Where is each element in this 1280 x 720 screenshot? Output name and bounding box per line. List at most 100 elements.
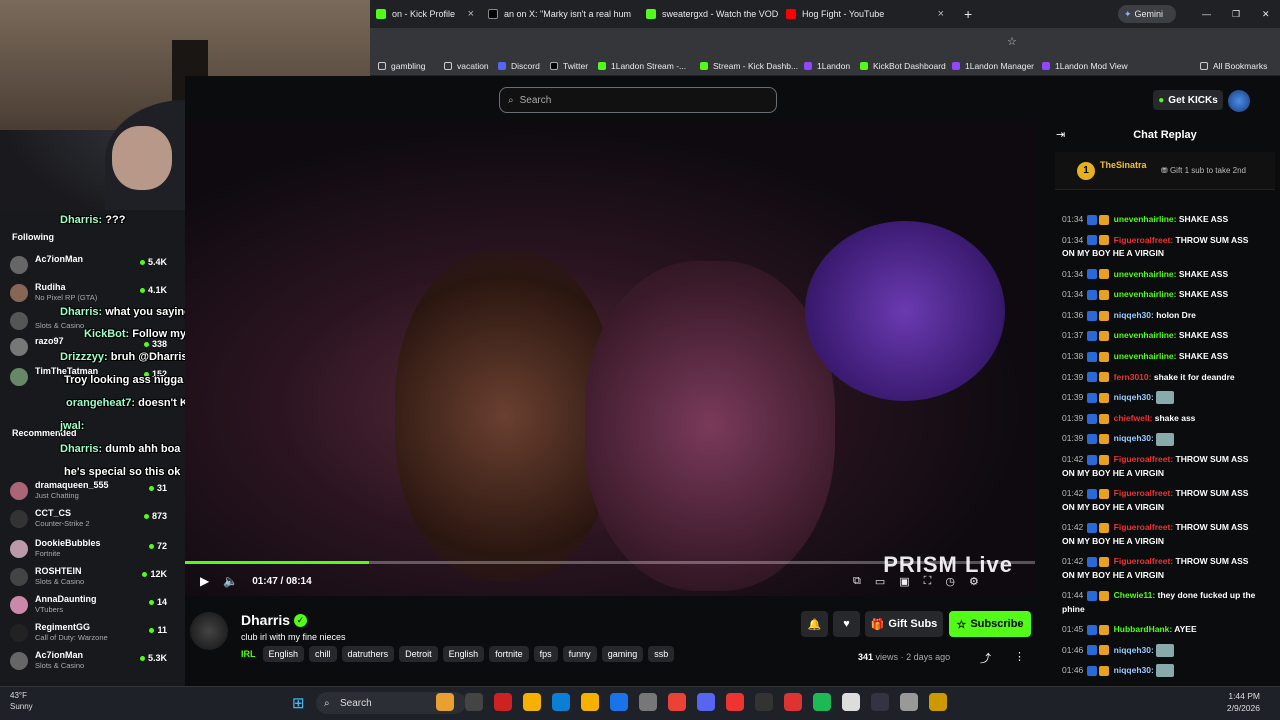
sidebar-channel[interactable]: Ac7ionMan Slots & Casino 5.3K <box>10 648 175 674</box>
tab-kick-profile[interactable]: on - Kick Profile × <box>370 0 480 28</box>
play-icon[interactable]: ▶ <box>200 574 209 588</box>
explorer-icon[interactable] <box>523 693 541 711</box>
app-gray-icon[interactable] <box>900 693 918 711</box>
subscribe-button[interactable]: ☆ Subscribe <box>949 611 1031 637</box>
tab-sweatergxd[interactable]: sweatergxd - Watch the VOD o× <box>640 0 780 28</box>
bookmark-twitter[interactable]: Twitter <box>550 56 588 76</box>
app-pink-icon[interactable] <box>784 693 802 711</box>
sidebar-channel[interactable]: Ac7ionMan 5.4K <box>10 252 175 278</box>
chat-username[interactable]: fern3010: <box>1114 372 1152 382</box>
bookmark-all-bookmarks[interactable]: All Bookmarks <box>1200 56 1267 76</box>
stream-tag[interactable]: chill <box>309 646 337 662</box>
task-view-icon[interactable] <box>465 693 483 711</box>
chat-username[interactable]: unevenhairline: <box>1114 214 1177 224</box>
chat-username[interactable]: niqqeh30: <box>1114 645 1154 655</box>
system-clock[interactable]: 1:44 PM 2/9/2026 <box>1227 690 1260 714</box>
bookmark-stream-kick-dashboard[interactable]: Stream - Kick Dashb... <box>700 56 798 76</box>
chat-username[interactable]: niqqeh30: <box>1114 392 1154 402</box>
chat-username[interactable]: HubbardHank: <box>1114 624 1173 634</box>
chat-username[interactable]: unevenhairline: <box>1114 289 1177 299</box>
windows-start-icon[interactable]: ⊞ <box>292 694 305 712</box>
bookmark-1landon[interactable]: 1Landon <box>804 56 850 76</box>
chat-username[interactable]: chiefwell: <box>1114 413 1153 423</box>
stream-tag[interactable]: fortnite <box>489 646 529 662</box>
bookmark-vacation[interactable]: vacation <box>444 56 489 76</box>
chat-username[interactable]: niqqeh30: <box>1114 310 1154 320</box>
app-dark-icon[interactable] <box>755 693 773 711</box>
edge-icon[interactable] <box>552 693 570 711</box>
stream-tag[interactable]: gaming <box>601 646 644 662</box>
stream-tag[interactable]: fps <box>533 646 558 662</box>
new-tab-button[interactable]: + <box>958 0 978 28</box>
gemini-button[interactable]: ✦ Gemini <box>1118 5 1176 23</box>
video-progress-bar[interactable] <box>185 561 1035 564</box>
star-icon[interactable]: ☆ <box>1007 35 1017 48</box>
minimize-icon[interactable]: — <box>1196 0 1214 28</box>
maximize-icon[interactable]: ❐ <box>1226 0 1244 28</box>
chat-username[interactable]: Figueroalfreet: <box>1114 454 1174 464</box>
category-link[interactable]: IRL <box>241 649 256 659</box>
tab-youtube[interactable]: Hog Fight - YouTube × <box>780 0 950 28</box>
chat-username[interactable]: Figueroalfreet: <box>1114 556 1174 566</box>
chat-username[interactable]: Figueroalfreet: <box>1114 488 1174 498</box>
stream-tag[interactable]: Detroit <box>399 646 438 662</box>
obs-icon[interactable] <box>842 693 860 711</box>
search-input[interactable]: ⌕ Search <box>499 87 777 113</box>
weather-widget[interactable]: 43°F Sunny <box>10 690 33 712</box>
app-icon[interactable] <box>494 693 512 711</box>
sidebar-channel[interactable]: ROSHTEIN Slots & Casino 12K <box>10 564 175 590</box>
heart-icon[interactable]: ♥ <box>833 611 860 637</box>
app-red-icon[interactable] <box>726 693 744 711</box>
stream-tag[interactable]: datruthers <box>341 646 395 662</box>
streamer-name[interactable]: Dharris <box>241 612 290 628</box>
chat-username[interactable]: Figueroalfreet: <box>1114 235 1174 245</box>
stream-tag[interactable]: ssb <box>648 646 675 662</box>
chat-username[interactable]: Figueroalfreet: <box>1114 522 1174 532</box>
stream-tag[interactable]: funny <box>562 646 597 662</box>
speed-icon[interactable]: ◷ <box>945 575 955 588</box>
sidebar-channel[interactable]: dramaqueen_555 Just Chatting 31 <box>10 478 175 504</box>
clip-icon[interactable]: ⧉ <box>853 575 861 588</box>
chat-username[interactable]: Chewie11: <box>1114 590 1156 600</box>
chat-username[interactable]: niqqeh30: <box>1114 665 1154 675</box>
bell-icon[interactable]: 🔔 <box>801 611 828 637</box>
sidebar-channel[interactable]: RegimentGG Call of Duty: Warzone 11 <box>10 620 175 646</box>
widgets-icon[interactable] <box>436 693 454 711</box>
user-avatar[interactable] <box>1228 90 1250 112</box>
get-kicks-button[interactable]: ● Get KICKs <box>1153 90 1223 110</box>
close-window-icon[interactable]: ✕ <box>1256 0 1274 28</box>
discord-icon[interactable] <box>697 693 715 711</box>
fullscreen-icon[interactable]: ⛶ <box>924 575 932 588</box>
share-icon[interactable]: ⤴ <box>980 650 991 666</box>
theater-icon[interactable]: ▭ <box>875 575 885 588</box>
sidebar-channel[interactable]: CCT_CS Counter-Strike 2 873 <box>10 506 175 532</box>
bookmark-discord[interactable]: Discord <box>498 56 540 76</box>
chrome-icon[interactable] <box>610 693 628 711</box>
bookmark-1landon-mod-view[interactable]: 1Landon Mod View <box>1042 56 1128 76</box>
app-arrow-icon[interactable] <box>871 693 889 711</box>
chat-username[interactable]: unevenhairline: <box>1114 269 1177 279</box>
video-player[interactable]: PRISM Live <box>185 121 1035 596</box>
spotify-icon[interactable] <box>813 693 831 711</box>
app-active-icon[interactable] <box>929 693 947 711</box>
pip-icon[interactable]: ▣ <box>899 575 909 588</box>
address-bar[interactable]: ☆ <box>370 28 1280 56</box>
chat-username[interactable]: niqqeh30: <box>1114 433 1154 443</box>
settings-icon[interactable] <box>639 693 657 711</box>
sidebar-channel[interactable]: Rudiha No Pixel RP (GTA) 4.1K <box>10 280 175 306</box>
more-options-icon[interactable]: ⋮ <box>1014 650 1025 663</box>
settings-icon[interactable]: ⚙ <box>969 575 979 588</box>
chat-username[interactable]: unevenhairline: <box>1114 330 1177 340</box>
volume-icon[interactable]: 🔈 <box>223 574 238 588</box>
stream-tag[interactable]: English <box>442 646 485 662</box>
stream-tag[interactable]: English <box>262 646 305 662</box>
bookmark-kickbot-dashboard[interactable]: KickBot Dashboard <box>860 56 946 76</box>
sidebar-channel[interactable]: AnnaDaunting VTubers 14 <box>10 592 175 618</box>
bookmark-1landon-stream[interactable]: 1Landon Stream -... <box>598 56 686 76</box>
gift-subs-button[interactable]: 🎁 Gift Subs <box>865 611 943 637</box>
store-icon[interactable] <box>581 693 599 711</box>
chrome-active-icon[interactable] <box>668 693 686 711</box>
tab-x[interactable]: an on X: "Marky isn't a real hum× <box>482 0 632 28</box>
chat-username[interactable]: unevenhairline: <box>1114 351 1177 361</box>
pinned-user[interactable]: TheSinatra <box>1100 160 1147 170</box>
